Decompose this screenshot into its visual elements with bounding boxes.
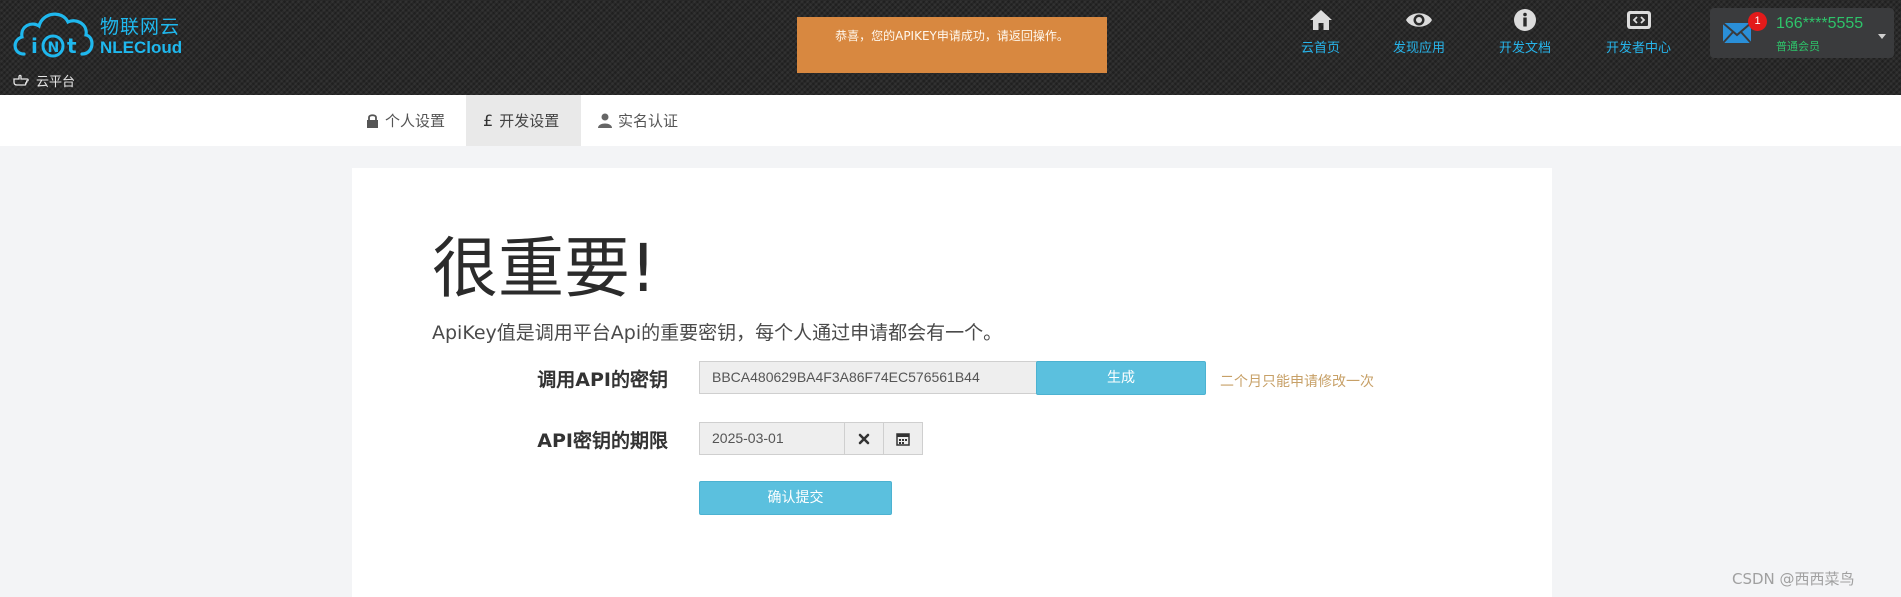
user-icon bbox=[598, 113, 612, 128]
user-menu[interactable]: 1 166****5555 普通会员 bbox=[1710, 8, 1894, 58]
close-icon bbox=[858, 433, 870, 444]
watermark: CSDN @西西菜鸟 bbox=[1732, 570, 1855, 588]
nav-home[interactable]: 云首页 bbox=[1301, 8, 1340, 56]
settings-tabbar: 个人设置 £ 开发设置 实名认证 bbox=[0, 95, 1901, 146]
nav-developer-label: 开发者中心 bbox=[1606, 41, 1672, 56]
breadcrumb[interactable]: 云平台 bbox=[13, 71, 75, 90]
page-description: ApiKey值是调用平台Api的重要密钥，每个人通过申请都会有一个。 bbox=[432, 322, 1003, 344]
logo-cn-text: 物联网云 bbox=[100, 16, 181, 38]
expiry-label: API密钥的期限 bbox=[537, 430, 668, 452]
developer-icon bbox=[1626, 11, 1651, 29]
nav-docs-label: 开发文档 bbox=[1499, 41, 1552, 56]
eye-icon bbox=[1406, 13, 1432, 27]
confirm-submit-button[interactable]: 确认提交 bbox=[699, 481, 892, 515]
user-name: 166****5555 bbox=[1776, 15, 1864, 32]
hand-pointer-icon bbox=[13, 74, 29, 86]
mail-icon[interactable] bbox=[1722, 22, 1752, 44]
pound-icon: £ bbox=[483, 111, 494, 130]
tab-personal-settings-label: 个人设置 bbox=[385, 112, 446, 130]
nav-docs[interactable]: 开发文档 bbox=[1499, 8, 1551, 56]
logo[interactable]: i N t 物联网云 NLECloud bbox=[10, 4, 183, 60]
tab-realname-auth[interactable]: 实名认证 bbox=[581, 95, 695, 146]
top-header: i N t 物联网云 NLECloud 云平台 恭喜，您的APIKEY申请成功，… bbox=[0, 0, 1901, 95]
user-role: 普通会员 bbox=[1776, 40, 1820, 53]
nav-developer[interactable]: 开发者中心 bbox=[1606, 8, 1671, 56]
tab-dev-settings-label: 开发设置 bbox=[499, 112, 560, 130]
apikey-card: 很重要! ApiKey值是调用平台Api的重要密钥，每个人通过申请都会有一个。 … bbox=[352, 168, 1552, 597]
success-toast: 恭喜，您的APIKEY申请成功，请返回操作。 bbox=[797, 17, 1107, 73]
breadcrumb-label: 云平台 bbox=[36, 75, 76, 90]
apikey-label: 调用API的密钥 bbox=[537, 369, 668, 391]
apikey-field[interactable]: BBCA480629BA4F3A86F74EC576561B44 bbox=[699, 361, 1038, 394]
apikey-hint: 二个月只能申请修改一次 bbox=[1220, 374, 1374, 390]
calendar-icon bbox=[896, 432, 910, 446]
expiry-date-field[interactable]: 2025-03-01 bbox=[699, 422, 845, 455]
nav-discover[interactable]: 发现应用 bbox=[1393, 8, 1445, 56]
tab-dev-settings[interactable]: £ 开发设置 bbox=[466, 95, 581, 146]
message-count-badge: 1 bbox=[1748, 12, 1767, 31]
tab-realname-auth-label: 实名认证 bbox=[618, 112, 679, 130]
nav-home-label: 云首页 bbox=[1301, 41, 1341, 56]
generate-button[interactable]: 生成 bbox=[1036, 361, 1206, 395]
nav-discover-label: 发现应用 bbox=[1393, 41, 1446, 56]
info-icon bbox=[1514, 9, 1536, 31]
page-title: 很重要! bbox=[432, 230, 657, 307]
lock-icon bbox=[367, 114, 378, 128]
svg-text:t: t bbox=[67, 34, 77, 58]
clear-date-button[interactable] bbox=[844, 422, 884, 455]
logo-en-text: NLECloud bbox=[100, 38, 183, 57]
home-icon bbox=[1309, 10, 1332, 30]
tab-personal-settings[interactable]: 个人设置 bbox=[349, 95, 462, 146]
caret-down-icon[interactable] bbox=[1878, 34, 1886, 39]
cloud-logo-icon: i N t bbox=[13, 12, 94, 58]
svg-text:N: N bbox=[48, 40, 60, 56]
open-calendar-button[interactable] bbox=[883, 422, 923, 455]
svg-text:i: i bbox=[31, 34, 38, 58]
